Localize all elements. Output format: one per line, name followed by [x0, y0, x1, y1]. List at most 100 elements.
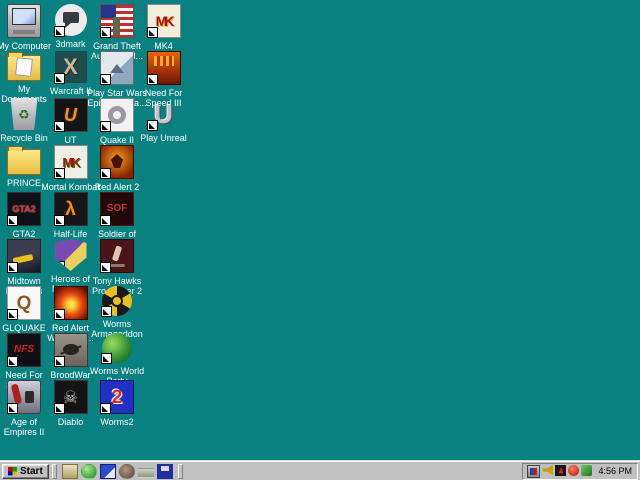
- channels-icon[interactable]: [138, 468, 154, 478]
- floppy-icon[interactable]: [157, 464, 173, 479]
- shortcut-arrow-icon: [54, 356, 65, 367]
- tray-icons: [527, 465, 592, 478]
- mortal-kombat-icon: MK: [54, 145, 88, 179]
- mk4-icon: MK: [147, 4, 181, 38]
- worms-armageddon-shortcut[interactable]: Worms Armageddon: [94, 286, 140, 339]
- mk4-glyph: MK: [156, 14, 172, 28]
- my-documents-icon[interactable]: My Documents: [1, 51, 47, 104]
- shortcut-arrow-icon: [100, 262, 111, 273]
- age-of-empires-2-shortcut[interactable]: Age of Empires II: [1, 380, 47, 437]
- shortcut-arrow-icon: [54, 73, 65, 84]
- ut-glyph: U: [64, 106, 77, 124]
- shortcut-arrow-icon: [100, 121, 111, 132]
- red-alert-2-icon: [100, 145, 134, 179]
- start-button-label: Start: [20, 466, 43, 477]
- prince-folder-icon: [7, 149, 41, 175]
- star-wars-racer-icon: [100, 51, 134, 85]
- taskbar-drag-handle[interactable]: [52, 464, 57, 479]
- desktop[interactable]: My Computer3dmarkGrand Theft Auto (Wind.…: [0, 0, 640, 480]
- shortcut-arrow-icon: [54, 168, 65, 179]
- soldier-of-fortune-glyph: SOF: [107, 204, 128, 214]
- broodwar-icon: [54, 333, 88, 367]
- network-icon[interactable]: [581, 465, 592, 476]
- soldier-of-fortune-icon: SOF: [100, 192, 134, 226]
- midtown-madness-icon: [7, 239, 41, 273]
- desktop-icons: My Computer3dmarkGrand Theft Auto (Wind.…: [0, 0, 640, 460]
- half-life-glyph: λ: [65, 200, 76, 219]
- shortcut-arrow-icon: [100, 403, 111, 414]
- nfs-speed-icon: NFS: [7, 333, 41, 367]
- shortcut-arrow-icon: [100, 168, 111, 179]
- play-unreal-shortcut[interactable]: UPlay Unreal: [141, 98, 187, 143]
- show-desktop-icon[interactable]: [62, 464, 78, 479]
- quick-launch-bar: [60, 464, 175, 479]
- diablo-icon: ☠: [54, 380, 88, 414]
- shortcut-arrow-icon: [54, 403, 65, 414]
- play-unreal-label: Play Unreal: [134, 133, 194, 143]
- system-tray: 4:56 PM: [522, 463, 638, 480]
- age-of-empires-2-icon: [7, 380, 41, 414]
- tony-hawks-2-icon: [100, 239, 134, 273]
- worms2-shortcut[interactable]: 2Worms2: [94, 380, 140, 427]
- recycle-bin-icon: ♻: [8, 98, 40, 130]
- shortcut-arrow-icon: [7, 356, 18, 367]
- shortcut-arrow-icon: [101, 353, 112, 364]
- shortcut-arrow-icon: [100, 215, 111, 226]
- heroes-of-might-icon: [55, 239, 87, 271]
- shortcut-arrow-icon: [54, 215, 65, 226]
- diablo-glyph: ☠: [63, 389, 78, 406]
- shortcut-arrow-icon: [54, 121, 65, 132]
- shortcut-arrow-icon: [7, 215, 18, 226]
- start-button[interactable]: Start: [2, 464, 49, 479]
- quake-2-icon: [100, 98, 134, 132]
- worms-world-party-shortcut[interactable]: Worms World Party: [94, 333, 140, 386]
- gta2-glyph: GTA2: [12, 205, 35, 214]
- worms-world-party-icon: [102, 333, 132, 363]
- shortcut-arrow-icon: [147, 120, 158, 131]
- green-orb-icon[interactable]: [81, 464, 97, 479]
- mk4-label: MK4: [134, 41, 194, 51]
- shortcut-arrow-icon: [7, 309, 18, 320]
- half-life-icon: λ: [54, 192, 88, 226]
- shortcut-arrow-icon: [54, 309, 65, 320]
- warcraft-2-glyph: X: [63, 56, 78, 78]
- glquake-glyph: Q: [17, 294, 32, 313]
- shortcut-arrow-icon: [101, 306, 112, 317]
- worms2-label: Worms2: [87, 417, 147, 427]
- warcraft-2-icon: X: [55, 51, 87, 83]
- shortcut-arrow-icon: [7, 403, 18, 414]
- antivirus-icon[interactable]: [555, 465, 566, 476]
- worms2-glyph: 2: [112, 388, 123, 407]
- nfs-speed-glyph: NFS: [14, 345, 34, 355]
- shortcut-arrow-icon: [100, 27, 111, 38]
- taskbar-drag-handle[interactable]: [178, 464, 183, 479]
- shortcut-arrow-icon: [147, 74, 158, 85]
- glquake-icon: Q: [7, 286, 41, 320]
- shortcut-arrow-icon: [147, 27, 158, 38]
- volume-icon[interactable]: [542, 465, 553, 476]
- 3dmark-icon: [55, 4, 87, 36]
- ut-icon: U: [54, 98, 88, 132]
- windows-logo-icon: [8, 467, 17, 476]
- mk4-shortcut[interactable]: MKMK4: [141, 4, 187, 51]
- blue-app-icon[interactable]: [100, 464, 116, 479]
- nfs-3-icon: [147, 51, 181, 85]
- red-alert-2-shortcut[interactable]: Red Alert 2: [94, 145, 140, 192]
- globe-icon[interactable]: [119, 464, 135, 479]
- gta2-icon: GTA2: [7, 192, 41, 226]
- my-documents-icon: [7, 55, 41, 81]
- my-computer-icon: [7, 4, 41, 38]
- display-settings-icon[interactable]: [527, 465, 540, 478]
- shortcut-arrow-icon: [7, 262, 18, 273]
- taskbar: Start 4:56 PM: [0, 461, 640, 480]
- worms2-icon: 2: [100, 380, 134, 414]
- taskbar-clock[interactable]: 4:56 PM: [594, 466, 632, 476]
- gta-wind-icon: [100, 4, 134, 38]
- shortcut-arrow-icon: [54, 261, 65, 272]
- mortal-kombat-glyph: MK: [62, 156, 78, 169]
- red-alert-2-label: Red Alert 2: [87, 182, 147, 192]
- red-alert-windows-icon: [54, 286, 88, 320]
- shortcut-arrow-icon: [54, 26, 65, 37]
- worms-armageddon-icon: [102, 286, 132, 316]
- scheduler-icon[interactable]: [568, 465, 579, 476]
